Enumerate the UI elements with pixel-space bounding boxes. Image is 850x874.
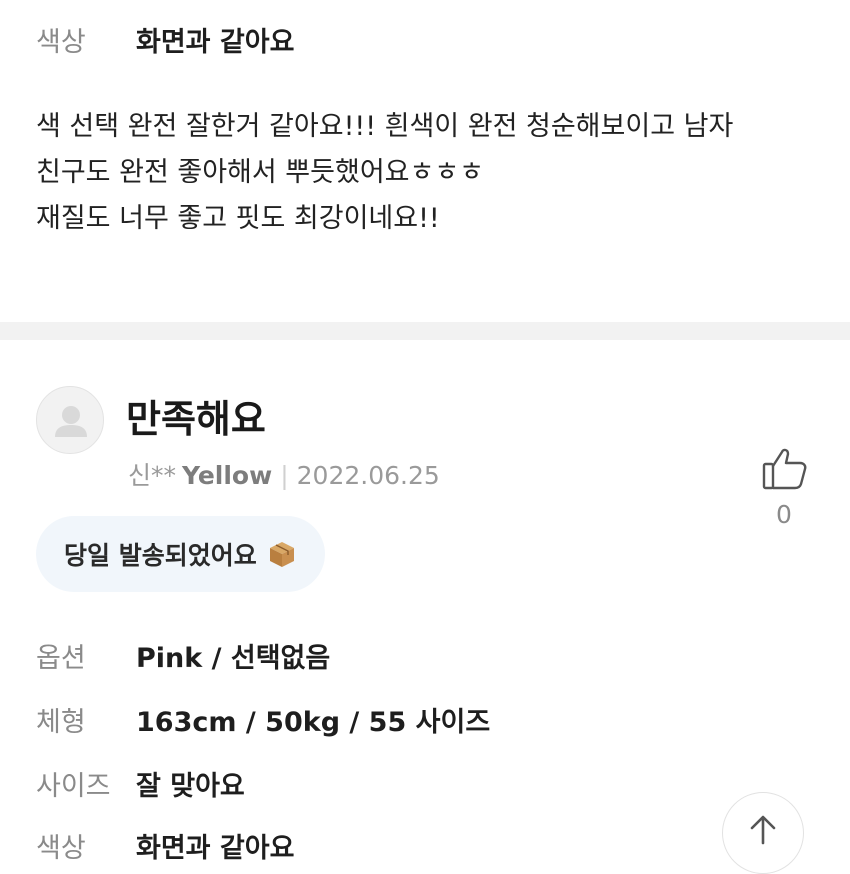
meta-separator: |	[280, 461, 289, 490]
arrow-up-icon	[746, 813, 780, 851]
like-count: 0	[776, 500, 792, 529]
review-body-line: 색 선택 완전 잘한거 같아요!!! 흰색이 완전 청순해보이고 남자	[36, 111, 734, 142]
review-title: 만족해요	[126, 397, 266, 441]
detail-value-body: 163cm / 50kg / 55 사이즈	[136, 707, 491, 738]
detail-label-size: 사이즈	[36, 771, 111, 802]
user-avatar-icon	[36, 386, 104, 454]
review-body-line: 재질도 너무 좋고 핏도 최강이네요!!	[36, 203, 440, 234]
thumbs-up-icon[interactable]	[760, 444, 810, 494]
review-option-color: Yellow	[182, 461, 273, 490]
detail-label-color-top: 색상	[36, 27, 86, 58]
detail-label-body: 체형	[36, 707, 86, 738]
detail-label-option: 옵션	[36, 643, 86, 674]
detail-label-color: 색상	[36, 833, 86, 864]
review-body-line: 친구도 완전 좋아해서 뿌듯했어요ㅎㅎㅎ	[36, 157, 485, 188]
detail-value-option: Pink / 선택없음	[136, 643, 331, 674]
review-date: 2022.06.25	[296, 461, 440, 490]
section-divider	[0, 322, 850, 340]
detail-value-size: 잘 맞아요	[136, 771, 245, 802]
review-body: 색 선택 완전 잘한거 같아요!!! 흰색이 완전 청순해보이고 남자 친구도 …	[36, 104, 826, 242]
detail-value-color-top: 화면과 같아요	[136, 27, 295, 58]
package-box-icon	[267, 539, 297, 569]
shipping-tag: 당일 발송되었어요	[36, 516, 325, 592]
reviewer-name: 신**	[128, 461, 177, 490]
shipping-tag-label: 당일 발송되었어요	[64, 541, 257, 570]
review-meta: 신** Yellow | 2022.06.25	[128, 456, 440, 492]
scroll-to-top-button[interactable]	[722, 792, 804, 874]
detail-value-color: 화면과 같아요	[136, 833, 295, 864]
